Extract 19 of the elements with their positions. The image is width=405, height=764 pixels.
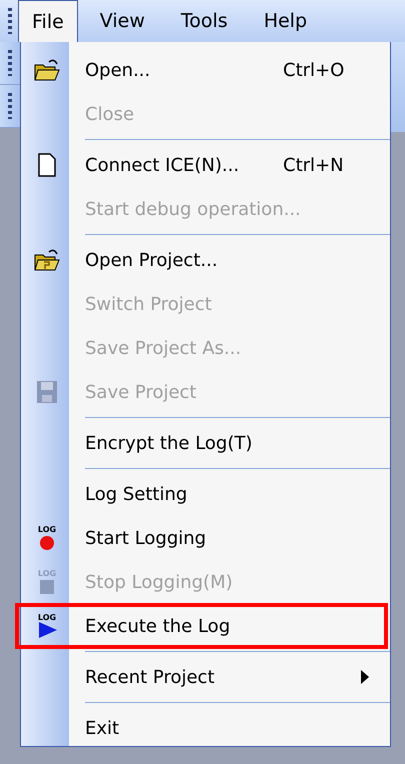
menu-item[interactable]: Exit [85, 718, 283, 738]
menu-item[interactable]: Open... [85, 60, 283, 80]
menu-item[interactable]: Open Project... [85, 250, 283, 270]
menu-item[interactable]: Execute the Log [85, 616, 283, 636]
menu-bar-item[interactable]: Tools [166, 0, 242, 42]
shortcut-label: Ctrl+N [283, 154, 344, 176]
menu-item[interactable]: Recent Project [85, 666, 283, 688]
submenu-arrow-icon [361, 670, 369, 684]
menu-item[interactable]: Log Setting [85, 484, 283, 504]
toolbar-grip[interactable] [8, 93, 12, 119]
shortcut-label: Ctrl+O [283, 60, 344, 80]
menu-bar-item[interactable]: View [86, 0, 159, 42]
menu-bar-item[interactable]: File [18, 0, 78, 42]
menu-item[interactable]: Encrypt the Log(T) [85, 432, 283, 454]
menu-item[interactable]: Connect ICE(N)... [85, 154, 283, 176]
menu-item[interactable]: Start Logging [85, 528, 283, 548]
toolbar-grip[interactable] [8, 8, 12, 34]
toolbar-grip[interactable] [8, 50, 12, 76]
menu-bar-item[interactable]: Help [250, 0, 322, 42]
